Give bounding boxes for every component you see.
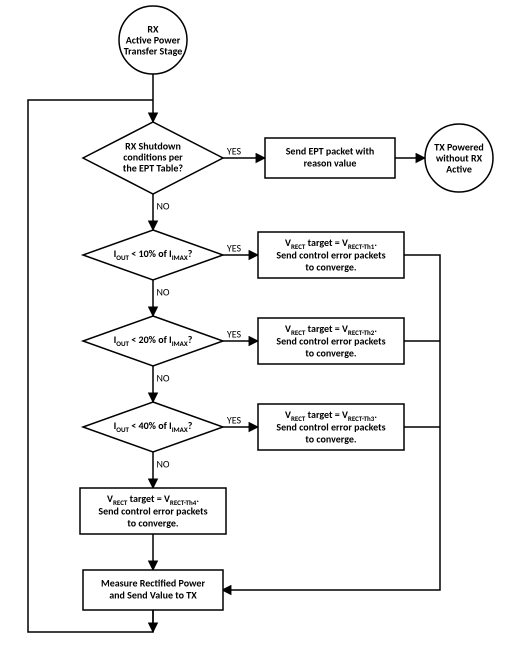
d4-yes-label: YES	[227, 413, 242, 426]
fa-l3: to converge.	[127, 516, 179, 529]
d1-yes-label: YES	[227, 144, 242, 157]
d4-no-label: NO	[156, 457, 169, 470]
a2-l3: to converge.	[305, 260, 357, 273]
d3-yes-label: YES	[227, 327, 242, 340]
d1-l3: the EPT Table?	[123, 161, 183, 174]
a3-l3: to converge.	[305, 346, 357, 359]
d2-yes-label: YES	[227, 241, 242, 254]
end-l3: Active	[446, 162, 472, 175]
m-l2: and Send Value to TX	[109, 588, 197, 601]
a4-l3: to converge.	[305, 432, 357, 445]
d3-no-label: NO	[156, 371, 169, 384]
d1-no-label: NO	[156, 199, 169, 212]
a1-l2: reason value	[304, 156, 357, 169]
start-label-3: Transfer Stage	[124, 44, 183, 57]
d2-no-label: NO	[156, 285, 169, 298]
